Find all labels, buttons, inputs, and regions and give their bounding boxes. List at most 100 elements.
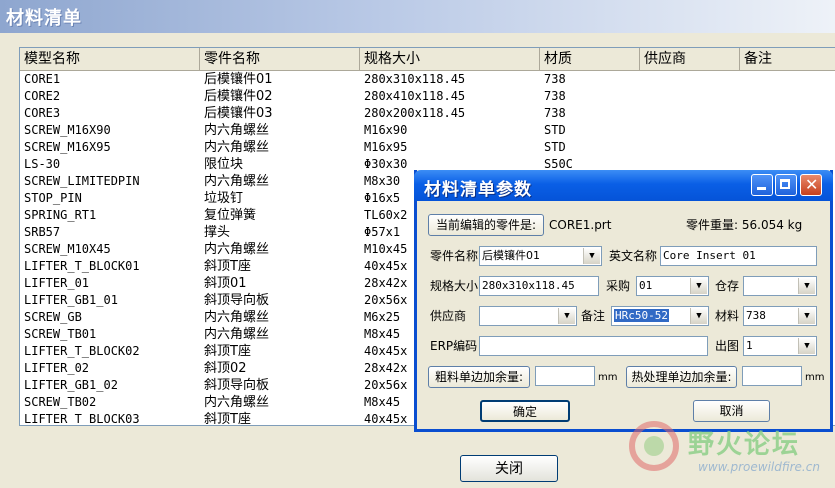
cell-material: 738 [544, 106, 566, 120]
chevron-down-icon: ▼ [558, 308, 575, 324]
table-row[interactable]: CORE2 后模镶件02 280x410x118.45 738 [20, 88, 835, 105]
cell-part-name: 内六角螺丝 [204, 140, 270, 155]
chevron-down-icon: ▼ [798, 338, 815, 354]
material-select[interactable]: 738 ▼ [743, 306, 817, 326]
cell-part-name: 斜顶导向板 [204, 378, 270, 393]
column-header-material[interactable]: 材质 [540, 48, 640, 70]
cell-part-name: 撑头 [204, 225, 231, 240]
heat-allowance-input[interactable] [742, 366, 802, 386]
rough-allowance-button[interactable]: 粗料单边加余量: [428, 366, 530, 388]
heat-allowance-button[interactable]: 热处理单边加余量: [626, 366, 737, 388]
remark-value: HRc50-52 [614, 309, 669, 322]
table-row[interactable]: SCREW_M16X90 内六角螺丝 M16x90 STD [20, 122, 835, 139]
material-params-dialog [414, 170, 833, 432]
current-part-value: CORE1.prt [549, 218, 612, 232]
dialog-close-button[interactable]: ✕ [800, 174, 822, 196]
window-titlebar: 材料清单 [0, 0, 835, 33]
part-name-value: 后模镶件01 [482, 249, 540, 262]
cell-size: 280x200x118.45 [364, 106, 466, 120]
supplier-select[interactable]: ▼ [479, 306, 577, 326]
rough-unit: mm [598, 372, 618, 383]
maximize-button[interactable] [775, 174, 797, 196]
ok-button[interactable]: 确定 [480, 400, 570, 422]
table-row[interactable]: CORE1 后模镶件01 280x310x118.45 738 [20, 71, 835, 88]
cell-size: 280x410x118.45 [364, 89, 466, 103]
chevron-down-icon: ▼ [690, 308, 707, 324]
english-name-input[interactable]: Core Insert 01 [660, 246, 817, 266]
cell-part-name: 斜顶T座 [204, 344, 251, 359]
cell-material: 738 [544, 72, 566, 86]
cell-part-name: 后模镶件02 [204, 89, 273, 104]
purchase-value: 01 [639, 279, 653, 292]
cell-part-name: 内六角螺丝 [204, 174, 270, 189]
size-input[interactable]: 280x310x118.45 [479, 276, 599, 296]
cell-model-name: CORE3 [24, 106, 61, 120]
drawing-label: 出图 [715, 339, 740, 353]
cell-material: STD [544, 123, 566, 137]
material-value: 738 [746, 309, 766, 322]
dialog-titlebar: 材料清单参数 ✕ [414, 170, 833, 201]
cell-model-name: SCREW_M16X90 [24, 123, 111, 137]
column-header-size[interactable]: 规格大小 [360, 48, 540, 70]
cell-part-name: 垃圾钉 [204, 191, 244, 206]
cell-part-name: 内六角螺丝 [204, 242, 270, 257]
cell-part-name: 斜顶导向板 [204, 293, 270, 308]
close-button[interactable]: 关闭 [460, 455, 558, 482]
cell-model-name: SRB57 [24, 225, 61, 239]
cell-material: STD [544, 140, 566, 154]
cell-part-name: 限位块 [204, 157, 244, 172]
drawing-select[interactable]: 1 ▼ [743, 336, 817, 356]
warehouse-label: 仓存 [715, 279, 740, 293]
forum-watermark: 野火论坛 www.proewildfire.cn [622, 418, 835, 488]
cell-model-name: CORE2 [24, 89, 61, 103]
cell-part-name: 内六角螺丝 [204, 123, 270, 138]
remark-label: 备注 [581, 309, 606, 323]
cell-model-name: LS-30 [24, 157, 61, 171]
cell-part-name: 斜顶T座 [204, 412, 251, 426]
chevron-down-icon: ▼ [690, 278, 707, 294]
cell-model-name: SCREW_M16X95 [24, 140, 111, 154]
cell-model-name: LIFTER_T_BLOCK03 [24, 412, 140, 426]
cell-part-name: 内六角螺丝 [204, 310, 270, 325]
heat-unit: mm [805, 372, 825, 383]
minimize-button[interactable] [751, 174, 773, 196]
erp-label: ERP编码 [430, 339, 478, 353]
table-row[interactable]: CORE3 后模镶件03 280x200x118.45 738 [20, 105, 835, 122]
cell-model-name: LIFTER_T_BLOCK01 [24, 259, 140, 273]
cell-part-name: 内六角螺丝 [204, 395, 270, 410]
part-name-select[interactable]: 后模镶件01 ▼ [479, 246, 602, 266]
cell-model-name: SCREW_M10X45 [24, 242, 111, 256]
cell-model-name: CORE1 [24, 72, 61, 86]
column-header-supplier[interactable]: 供应商 [640, 48, 740, 70]
cell-model-name: LIFTER_02 [24, 361, 90, 375]
rough-allowance-input[interactable] [535, 366, 595, 386]
part-weight: 零件重量: 56.054 kg [686, 218, 803, 232]
cell-model-name: LIFTER_GB1_01 [24, 293, 118, 307]
english-name-label: 英文名称 [609, 249, 658, 263]
purchase-label: 采购 [606, 279, 631, 293]
purchase-select[interactable]: 01 ▼ [636, 276, 709, 296]
column-header-model-name[interactable]: 模型名称 [20, 48, 200, 70]
cell-part-name: 复位弹簧 [204, 208, 257, 223]
material-label: 材料 [715, 309, 740, 323]
cell-model-name: LIFTER_01 [24, 276, 90, 290]
cell-model-name: SCREW_TB01 [24, 327, 97, 341]
erp-input[interactable] [479, 336, 708, 356]
cell-model-name: LIFTER_T_BLOCK02 [24, 344, 140, 358]
size-label: 规格大小 [430, 279, 479, 293]
warehouse-select[interactable]: ▼ [743, 276, 817, 296]
cell-model-name: SCREW_LIMITEDPIN [24, 174, 140, 188]
chevron-down-icon: ▼ [798, 308, 815, 324]
column-header-remark[interactable]: 备注 [740, 48, 835, 70]
cell-part-name: 斜顶T座 [204, 259, 251, 274]
table-row[interactable]: SCREW_M16X95 内六角螺丝 M16x95 STD [20, 139, 835, 156]
remark-value-wrap: HRc50-52 [614, 307, 669, 325]
watermark-url: www.proewildfire.cn [698, 460, 820, 474]
cell-model-name: STOP_PIN [24, 191, 82, 205]
supplier-label: 供应商 [430, 309, 467, 323]
table-header: 模型名称 零件名称 规格大小 材质 供应商 备注 [20, 48, 835, 71]
remark-select[interactable]: HRc50-52 ▼ [611, 306, 709, 326]
current-part-button[interactable]: 当前编辑的零件是: [428, 214, 544, 236]
column-header-part-name[interactable]: 零件名称 [200, 48, 360, 70]
cell-model-name: LIFTER_GB1_02 [24, 378, 118, 392]
